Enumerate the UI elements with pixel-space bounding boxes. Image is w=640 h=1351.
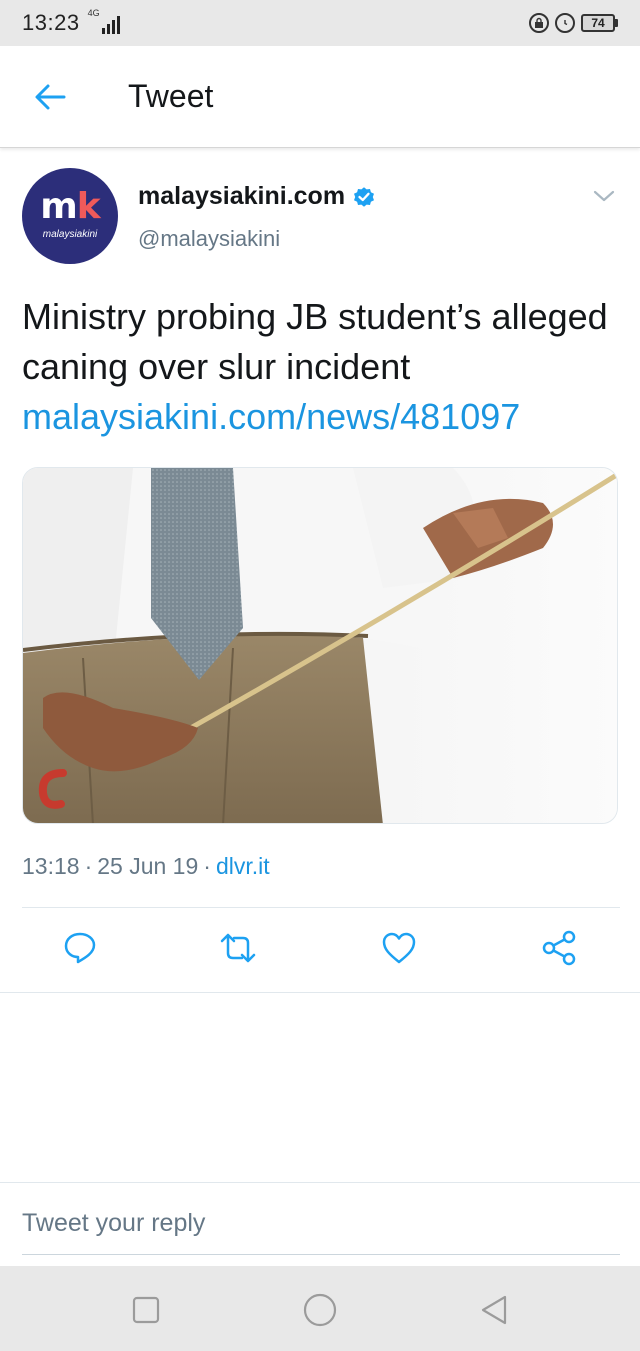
tweet-link[interactable]: malaysiakini.com/news/481097 [22,396,520,437]
home-button[interactable] [300,1290,340,1330]
tweet-text: Ministry probing JB student’s alleged ca… [22,292,620,442]
status-bar: 13:23 4G 74 [0,0,640,46]
avatar-logo-text: malaysiakini [42,228,98,240]
reply-input[interactable] [22,1193,620,1255]
retweet-icon [220,933,256,963]
author-handle[interactable]: @malaysiakini [138,226,280,252]
back-nav-button[interactable] [474,1290,514,1330]
alarm-icon [555,13,575,33]
heart-icon [382,932,416,964]
divider [0,992,640,993]
tweet-image[interactable] [22,467,618,824]
tweet-menu-button[interactable] [590,182,618,210]
arrow-left-icon [35,84,66,109]
battery-level: 74 [581,14,615,32]
app-header: Tweet [0,46,640,148]
tweet-source-link[interactable]: dlvr.it [216,853,270,879]
reply-button[interactable] [55,920,105,976]
share-icon [542,930,576,966]
tweet-time: 13:18 [22,853,80,879]
tweet-date: 25 Jun 19 [97,853,199,879]
network-type-label: 4G [87,8,100,18]
avatar-logo: mk [40,185,100,227]
reply-icon [64,932,96,964]
divider [22,907,620,908]
reply-composer [0,1182,640,1266]
tweet-meta: 13:18 · 25 Jun 19 · dlvr.it [22,853,270,880]
tweet-author: mk malaysiakini malaysiakini.com @malays… [22,168,620,268]
meta-separator: · [84,853,93,879]
circle-icon [303,1293,337,1327]
recent-apps-button[interactable] [126,1290,166,1330]
retweet-button[interactable] [213,920,263,976]
avatar[interactable]: mk malaysiakini [22,168,118,264]
back-button[interactable] [22,69,78,125]
battery-icon: 74 [581,14,618,32]
system-nav-bar [0,1266,640,1351]
status-time: 13:23 [22,10,80,35]
signal-icon: 4G [88,8,120,34]
share-button[interactable] [534,920,584,976]
screen-lock-icon [529,13,549,33]
chevron-down-icon [593,190,615,202]
square-icon [132,1296,160,1324]
tweet-actions [0,920,640,982]
author-display-name[interactable]: malaysiakini.com [138,182,345,211]
meta-separator: · [203,853,211,879]
triangle-back-icon [481,1295,507,1325]
verified-badge-icon [354,186,375,207]
tweet-photo [23,468,617,823]
page-title: Tweet [128,78,214,114]
tweet-body: Ministry probing JB student’s alleged ca… [22,296,608,387]
like-button[interactable] [374,920,424,976]
